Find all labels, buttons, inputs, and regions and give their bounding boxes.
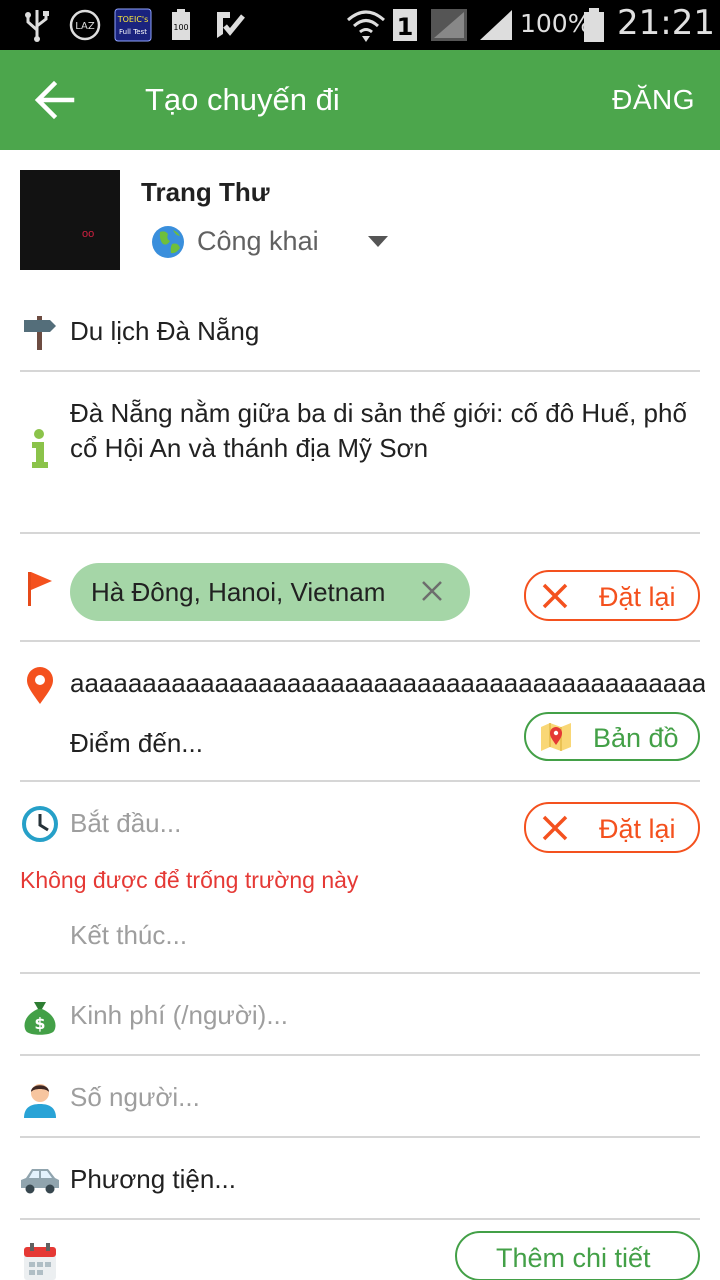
divider (20, 1218, 700, 1220)
reset-start-location-button[interactable]: Đặt lại (524, 570, 700, 621)
reset-label: Đặt lại (599, 814, 676, 844)
car-icon (21, 1169, 59, 1194)
signpost-icon (24, 316, 56, 350)
divider (20, 532, 700, 534)
cost-input[interactable]: Kinh phí (/người)... (70, 1000, 288, 1031)
avatar-decoration: oo (82, 228, 95, 240)
signal-icon (480, 10, 512, 40)
laz-icon: LAZ (69, 9, 101, 41)
location-pin-icon (27, 667, 53, 704)
svg-text:TOEIC's: TOEIC's (117, 15, 149, 24)
svg-text:$: $ (34, 1014, 45, 1033)
close-icon (542, 583, 568, 609)
clock-icon (22, 806, 58, 842)
divider (20, 972, 700, 974)
globe-icon (152, 226, 184, 258)
reset-time-button[interactable]: Đặt lại (524, 802, 700, 853)
signal-weak-icon (431, 9, 467, 41)
clock: 21:21 (617, 3, 715, 43)
back-arrow-icon[interactable] (30, 78, 80, 122)
wifi-icon (347, 10, 385, 42)
post-button[interactable]: ĐĂNG (612, 84, 695, 116)
end-time-input[interactable]: Kết thúc... (70, 920, 187, 951)
person-icon (24, 1084, 56, 1118)
user-name: Trang Thư (141, 177, 270, 207)
privacy-selector[interactable]: Công khai (150, 222, 400, 262)
battery-100-icon: 100 (172, 9, 190, 40)
divider (20, 1136, 700, 1138)
map-button[interactable]: Bản đồ (524, 712, 700, 761)
battery-percent: 100% (520, 9, 592, 38)
map-label: Bản đồ (593, 723, 679, 753)
svg-text:1: 1 (397, 13, 414, 41)
avatar[interactable]: oo (20, 170, 120, 270)
svg-text:100: 100 (173, 23, 188, 32)
sim-1-icon: 1 (393, 9, 417, 41)
close-icon (542, 815, 568, 841)
flag-icon (28, 572, 52, 606)
map-icon (541, 723, 571, 751)
calendar-icon (24, 1243, 56, 1280)
close-icon[interactable] (420, 579, 444, 603)
divider (20, 640, 700, 642)
toeic-app-icon: TOEIC's Full Test (114, 8, 152, 42)
reset-label: Đặt lại (599, 582, 676, 612)
start-location-chip[interactable]: Hà Đông, Hanoi, Vietnam (70, 563, 470, 621)
divider (20, 370, 700, 372)
svg-text:LAZ: LAZ (75, 21, 95, 32)
destination-value[interactable]: aaaaaaaaaaaaaaaaaaaaaaaaaaaaaaaaaaaaaaaa… (70, 668, 705, 699)
info-icon (32, 429, 48, 468)
divider (20, 780, 700, 782)
svg-text:Full Test: Full Test (119, 28, 147, 36)
page-title: Tạo chuyến đi (145, 82, 340, 117)
start-time-error: Không được để trống trường này (20, 867, 359, 893)
start-location-label: Hà Đông, Hanoi, Vietnam (91, 577, 386, 607)
trip-description-input[interactable]: Đà Nẵng nằm giữa ba di sản thế giới: cố … (70, 396, 705, 466)
privacy-label: Công khai (197, 226, 319, 256)
app-bar: Tạo chuyến đi ĐĂNG (0, 50, 720, 150)
battery-icon (584, 8, 604, 42)
divider (20, 1054, 700, 1056)
chevron-down-icon (368, 236, 388, 247)
transport-input[interactable]: Phương tiện... (70, 1164, 236, 1195)
trip-title-input[interactable]: Du lịch Đà Nẵng (70, 316, 259, 347)
status-bar: LAZ TOEIC's Full Test 100 1 100% 21:21 (0, 0, 720, 50)
destination-input[interactable]: Điểm đến... (70, 728, 203, 759)
people-count-input[interactable]: Số người... (70, 1082, 200, 1113)
money-bag-icon: $ (24, 1002, 56, 1035)
usb-icon (25, 10, 49, 42)
start-time-input[interactable]: Bắt đầu... (70, 808, 181, 839)
add-details-label: Thêm chi tiết (496, 1243, 651, 1273)
add-details-button[interactable]: Thêm chi tiết (455, 1231, 700, 1280)
checkmark-app-icon (217, 12, 245, 38)
